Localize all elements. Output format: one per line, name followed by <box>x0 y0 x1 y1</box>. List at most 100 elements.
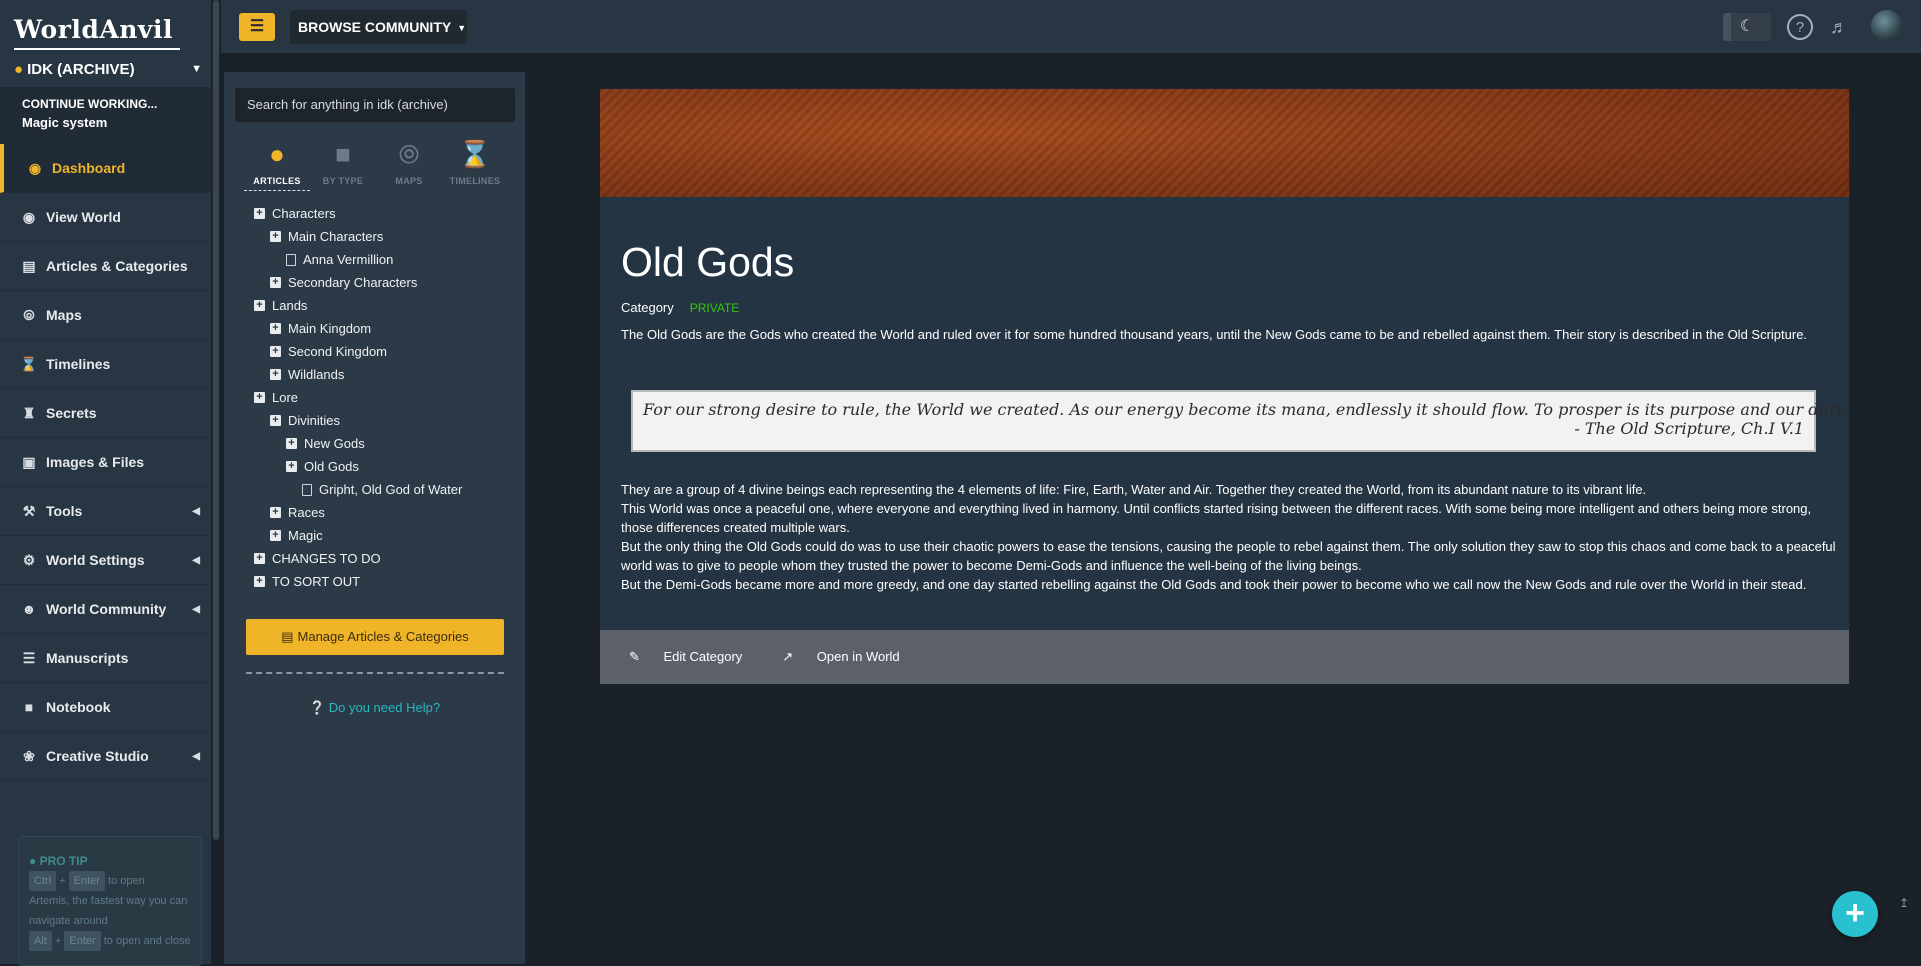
plus-square-icon[interactable]: + <box>254 553 265 564</box>
tree-node-label[interactable]: Gripht, Old God of Water <box>319 482 462 497</box>
tree-node[interactable]: + Second Kingdom <box>224 340 525 363</box>
tree-node[interactable]: + Lands <box>224 294 525 317</box>
tree-node-label[interactable]: Characters <box>272 206 336 221</box>
globe-icon: ● <box>14 60 24 78</box>
tab-timelines[interactable]: ⌛ TIMELINES <box>442 138 508 194</box>
pro-tip-line-3: Alt + Enter to open and close <box>29 931 191 951</box>
tab-by-type[interactable]: ■ BY TYPE <box>310 138 376 194</box>
article-paragraph: This World was once a peaceful one, wher… <box>621 501 1812 535</box>
tree-node-label[interactable]: TO SORT OUT <box>272 574 360 589</box>
sidebar-item-tools[interactable]: ⚒ Tools ◀ <box>0 487 212 536</box>
plus-square-icon[interactable]: + <box>286 438 297 449</box>
tree-node-label[interactable]: Main Kingdom <box>288 321 371 336</box>
sidebar-item-articles-categories[interactable]: ▤ Articles & Categories <box>0 242 212 291</box>
continue-working[interactable]: CONTINUE WORKING... Magic system <box>0 87 212 144</box>
quote-citation: - The Old Scripture, Ch.I V.1 <box>1574 419 1804 438</box>
sidebar-item-secrets[interactable]: ♜ Secrets <box>0 389 212 438</box>
tree-node[interactable]: + New Gods <box>224 432 525 455</box>
tree-node[interactable]: + Main Kingdom <box>224 317 525 340</box>
sidebar-item-world-community[interactable]: ☻ World Community ◀ <box>0 585 212 634</box>
sidebar: WorldAnvil ● IDK (ARCHIVE) ▼ CONTINUE WO… <box>0 0 212 966</box>
add-button[interactable]: + <box>1832 891 1878 937</box>
tree-node[interactable]: + TO SORT OUT <box>224 570 525 593</box>
tree-node[interactable]: + Lore <box>224 386 525 409</box>
plus-square-icon[interactable]: + <box>270 277 281 288</box>
plus-square-icon[interactable]: + <box>254 392 265 403</box>
sidebar-item-timelines[interactable]: ⌛ Timelines <box>0 340 212 389</box>
open-in-world-link[interactable]: ↗ Open in World <box>782 649 919 665</box>
edit-category-link[interactable]: ✎ Edit Category <box>629 649 762 665</box>
sidebar-scrollbar[interactable] <box>212 0 220 840</box>
tree-node-label[interactable]: Main Characters <box>288 229 383 244</box>
tree-node-label[interactable]: Old Gods <box>304 459 359 474</box>
tab-maps[interactable]: ⦾ MAPS <box>376 138 442 194</box>
tree-node[interactable]: Anna Vermillion <box>224 248 525 271</box>
scrollbar-thumb[interactable] <box>213 0 219 840</box>
browse-community-dropdown[interactable]: BROWSE COMMUNITY ▼ <box>290 10 467 44</box>
world-selector[interactable]: ● IDK (ARCHIVE) ▼ <box>14 56 202 82</box>
plus-square-icon[interactable]: + <box>270 323 281 334</box>
manage-articles-button[interactable]: ▤ Manage Articles & Categories <box>246 619 504 655</box>
tree-node-label[interactable]: CHANGES TO DO <box>272 551 381 566</box>
tab-articles[interactable]: ● ARTICLES <box>244 138 310 194</box>
tree-node[interactable]: + Characters <box>224 202 525 225</box>
plus-square-icon[interactable]: + <box>270 530 281 541</box>
tree-node-label[interactable]: Second Kingdom <box>288 344 387 359</box>
tree-node-label[interactable]: Anna Vermillion <box>303 252 393 267</box>
sidebar-item-notebook[interactable]: ■ Notebook <box>0 683 212 732</box>
tree-node-label[interactable]: Magic <box>288 528 323 543</box>
plus-square-icon[interactable]: + <box>270 231 281 242</box>
sidebar-item-dashboard[interactable]: ◉ Dashboard <box>0 144 212 193</box>
tree-node[interactable]: + CHANGES TO DO <box>224 547 525 570</box>
tree-node[interactable]: + Divinities <box>224 409 525 432</box>
tree-node[interactable]: + Magic <box>224 524 525 547</box>
sidebar-item-manuscripts[interactable]: ☰ Manuscripts <box>0 634 212 683</box>
article-card: Old Gods Category PRIVATE The Old Gods ar… <box>599 88 1850 685</box>
sidebar-item-label: Timelines <box>46 356 111 372</box>
continue-working-item[interactable]: Magic system <box>22 115 212 130</box>
plus-square-icon[interactable]: + <box>254 300 265 311</box>
sidebar-item-images-files[interactable]: ▣ Images & Files <box>0 438 212 487</box>
hourglass-icon: ⌛ <box>20 355 38 372</box>
sidebar-item-maps[interactable]: ⦾ Maps <box>0 291 212 340</box>
plus-square-icon[interactable]: + <box>286 461 297 472</box>
tree-node-label[interactable]: Divinities <box>288 413 340 428</box>
help-link[interactable]: ❔ Do you need Help? <box>224 700 525 716</box>
sidebar-item-label: Dashboard <box>52 160 126 176</box>
tree-node[interactable]: Gripht, Old God of Water <box>224 478 525 501</box>
menu-toggle-button[interactable]: ☰ <box>239 13 275 41</box>
tree-node-label[interactable]: Lore <box>272 390 298 405</box>
article-intro: The Old Gods are the Gods who created th… <box>621 327 1808 342</box>
chevron-left-icon: ◀ <box>192 505 200 517</box>
tree-node[interactable]: + Wildlands <box>224 363 525 386</box>
sidebar-item-creative-studio[interactable]: ❀ Creative Studio ◀ <box>0 732 212 781</box>
worldanvil-logo[interactable]: WorldAnvil <box>14 14 180 50</box>
tree-node[interactable]: + Races <box>224 501 525 524</box>
plus-square-icon[interactable]: + <box>270 507 281 518</box>
tree-node[interactable]: + Main Characters <box>224 225 525 248</box>
help-icon[interactable]: ? <box>1787 14 1813 40</box>
question-circle-icon: ❔ <box>308 700 326 715</box>
plus-square-icon[interactable]: + <box>254 208 265 219</box>
tree-node[interactable]: + Secondary Characters <box>224 271 525 294</box>
tree-node-label[interactable]: New Gods <box>304 436 365 451</box>
tree-node-label[interactable]: Secondary Characters <box>288 275 417 290</box>
tree-node-label[interactable]: Races <box>288 505 325 520</box>
sidebar-item-world-settings[interactable]: ⚙ World Settings ◀ <box>0 536 212 585</box>
avatar[interactable] <box>1871 10 1903 42</box>
sidebar-item-label: Notebook <box>46 699 111 715</box>
sidebar-item-view-world[interactable]: ◉ View World <box>0 193 212 242</box>
tree-node-label[interactable]: Wildlands <box>288 367 344 382</box>
tab-label: TIMELINES <box>449 176 501 186</box>
plus-square-icon[interactable]: + <box>270 346 281 357</box>
tree-node[interactable]: + Old Gods <box>224 455 525 478</box>
plus-square-icon[interactable]: + <box>254 576 265 587</box>
bell-icon[interactable]: ♬ <box>1825 13 1853 41</box>
scroll-to-top-icon[interactable]: ↥ <box>1899 896 1913 910</box>
plus-square-icon[interactable]: + <box>270 369 281 380</box>
search-input[interactable]: Search for anything in idk (archive) <box>235 88 515 122</box>
compass-drafting-icon: ⦾ <box>398 139 420 169</box>
dark-mode-toggle[interactable]: ☾ <box>1723 13 1771 41</box>
plus-square-icon[interactable]: + <box>270 415 281 426</box>
tree-node-label[interactable]: Lands <box>272 298 307 313</box>
